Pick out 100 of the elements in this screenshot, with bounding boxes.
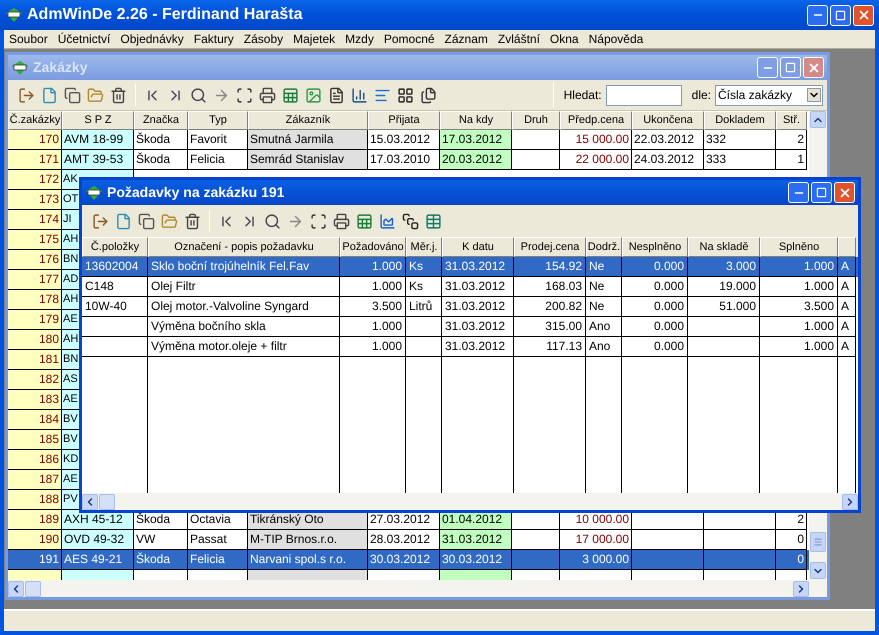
order-row[interactable]: 170 AVM 18-99 Škoda Favorit Smutná Jarmila 15.03.2012 17.03.2012 15 000.00 22.03.2012 332 2: [8, 130, 809, 150]
column-header[interactable]: Na skladě: [688, 237, 760, 257]
table-cell: 187: [8, 470, 62, 490]
bar-chart-icon[interactable]: [351, 86, 368, 104]
column-header[interactable]: Požadováno: [340, 237, 406, 257]
menu-item[interactable]: Faktury: [194, 30, 234, 48]
request-row[interactable]: 10W-40 Olej motor.-Valvoline Syngard 3.500 Litrů 31.03.2012 200.82 Ne 0.000 51.000 3.500 A: [82, 297, 858, 317]
menu-item[interactable]: Mzdy: [345, 30, 374, 48]
copy-icon[interactable]: [138, 212, 155, 230]
column-header[interactable]: Druh: [512, 111, 560, 130]
table-cell: 0: [776, 530, 807, 550]
minimize-button[interactable]: [788, 182, 809, 203]
grid-icon[interactable]: [397, 86, 414, 104]
open-folder-icon[interactable]: [161, 212, 178, 230]
scroll-thumb[interactable]: [25, 580, 41, 596]
column-header[interactable]: Předp.cena: [560, 111, 632, 130]
column-header[interactable]: Č.zakázky: [8, 111, 62, 130]
column-header[interactable]: Na kdy: [440, 111, 512, 130]
open-folder-icon[interactable]: [87, 86, 104, 104]
order-row[interactable]: 190 OVD 49-32 VW Passat M-TIP Brnos.r.o. 28.03.2012 31.03.2012 17 000.00 0: [8, 530, 809, 550]
scroll-thumb[interactable]: [810, 532, 826, 552]
search-icon[interactable]: [190, 86, 207, 104]
documents-icon[interactable]: [420, 86, 437, 104]
exit-icon[interactable]: [18, 86, 35, 104]
menu-item[interactable]: Pomocné: [384, 30, 435, 48]
column-header[interactable]: Nesplněno: [622, 237, 688, 257]
request-row[interactable]: Výměna bočního skla 1.000 31.03.2012 315.00 Ano 0.000 1.000 A: [82, 317, 858, 337]
document-icon[interactable]: [328, 86, 345, 104]
scroll-thumb[interactable]: [99, 494, 115, 510]
printer-icon[interactable]: [333, 212, 350, 230]
order-row[interactable]: 191 AES 49-21 Škoda Felicia Narvani spol.s r.o. 30.03.2012 30.03.2012 3 000.00 0: [8, 550, 809, 570]
table-cell: Škoda: [134, 550, 188, 570]
menu-item[interactable]: Okna: [550, 30, 579, 48]
menu-item[interactable]: Majetek: [293, 30, 336, 48]
maximize-button[interactable]: [811, 182, 832, 203]
selection-frame-icon[interactable]: [236, 86, 253, 104]
minimize-button[interactable]: [807, 4, 828, 26]
column-header[interactable]: Typ: [188, 111, 248, 130]
copy-icon[interactable]: [64, 86, 81, 104]
maximize-icon: [816, 187, 827, 198]
column-header[interactable]: Ukončena: [632, 111, 704, 130]
request-row[interactable]: C148 Olej Filtr 1.000 Ks 31.03.2012 168.03 Ne 0.000 19.000 1.000 A: [82, 277, 858, 297]
column-header[interactable]: Stř.: [776, 111, 807, 130]
horizontal-scrollbar[interactable]: [82, 493, 858, 510]
column-header[interactable]: [838, 237, 856, 257]
maximize-button[interactable]: [780, 57, 801, 78]
maximize-button[interactable]: [830, 4, 851, 26]
menu-item[interactable]: Záznam: [444, 30, 488, 48]
printer-icon[interactable]: [259, 86, 276, 104]
table-cell: 173: [8, 190, 62, 210]
table-icon[interactable]: [425, 212, 442, 230]
exit-icon[interactable]: [92, 212, 109, 230]
menu-item[interactable]: Zásoby: [244, 30, 284, 48]
menu-item[interactable]: Zvláštní: [498, 30, 540, 48]
picture-icon[interactable]: [305, 86, 322, 104]
column-header[interactable]: Měr.j.: [406, 237, 442, 257]
column-header[interactable]: Č.položky: [82, 237, 148, 257]
column-header[interactable]: Zákazník: [248, 111, 368, 130]
windows-icon[interactable]: [402, 212, 419, 230]
search-icon[interactable]: [264, 212, 281, 230]
order-row[interactable]: 171 AMT 39-53 Škoda Felicia Semrád Stanislav 17.03.2010 20.03.2012 22 000.00 24.03.2012 333 1: [8, 150, 809, 170]
table-cell: M-TIP Brnos.r.o.: [248, 530, 368, 550]
column-header[interactable]: Dokladem: [704, 111, 776, 130]
horizontal-scrollbar[interactable]: [8, 580, 809, 597]
menu-item[interactable]: Nápověda: [588, 30, 644, 48]
close-button[interactable]: [853, 4, 874, 26]
close-icon: [806, 60, 820, 74]
column-header[interactable]: Přijata: [368, 111, 440, 130]
menu-item[interactable]: Objednávky: [120, 30, 184, 48]
search-by-dropdown[interactable]: Čísla zakázky: [715, 84, 823, 106]
column-header[interactable]: Značka: [134, 111, 188, 130]
request-row[interactable]: Výměna motor.oleje + filtr 1.000 31.03.2012 117.13 Ano 0.000 1.000 A: [82, 337, 858, 357]
column-header[interactable]: Označení - popis požadavku: [148, 237, 340, 257]
menu-item[interactable]: Účetnictví: [58, 30, 110, 48]
column-header[interactable]: S P Z: [62, 111, 134, 130]
table-cell: 184: [8, 410, 62, 430]
new-document-icon[interactable]: [41, 86, 58, 104]
close-button[interactable]: [803, 57, 824, 78]
minimize-button[interactable]: [757, 57, 778, 78]
table-cell: 20.03.2012: [440, 150, 512, 170]
menu-item[interactable]: Soubor: [9, 30, 48, 48]
table-cell: 30.03.2012: [368, 550, 440, 570]
trash-icon[interactable]: [184, 212, 201, 230]
spreadsheet-icon[interactable]: [356, 212, 373, 230]
area-chart-icon[interactable]: [379, 212, 396, 230]
column-header[interactable]: Prodej.cena: [514, 237, 586, 257]
table-cell: 0.000: [622, 337, 688, 357]
search-field[interactable]: [606, 84, 682, 106]
column-header[interactable]: Splněno: [760, 237, 838, 257]
table-cell: 1: [776, 150, 807, 170]
table-cell: 15 000.00: [560, 130, 632, 150]
table-cell: 28.03.2012: [368, 530, 440, 550]
request-row[interactable]: 13602004 Sklo boční trojúhelník Fel.Fav 1.000 Ks 31.03.2012 154.92 Ne 0.000 3.000 1.000 A: [82, 257, 858, 277]
selection-frame-icon[interactable]: [310, 212, 327, 230]
close-button[interactable]: [834, 182, 855, 203]
new-document-icon[interactable]: [115, 212, 132, 230]
column-header[interactable]: Dodrž.: [586, 237, 622, 257]
spreadsheet-icon[interactable]: [282, 86, 299, 104]
trash-icon[interactable]: [110, 86, 127, 104]
column-header[interactable]: K datu: [442, 237, 514, 257]
